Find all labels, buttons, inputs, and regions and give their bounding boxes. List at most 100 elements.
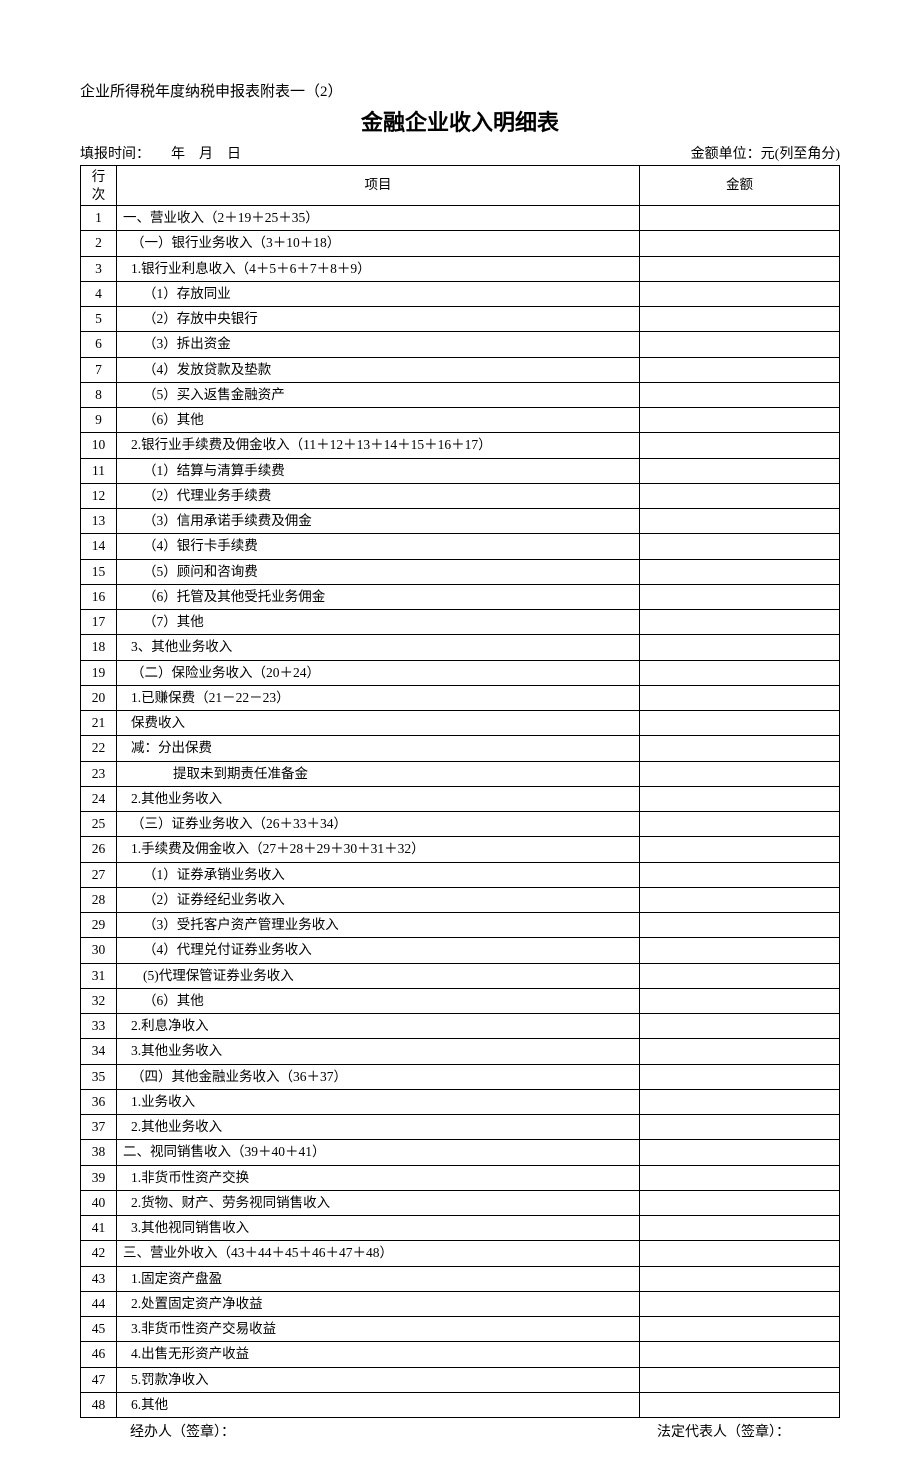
- unit-label: 金额单位：元(列至角分): [691, 143, 840, 163]
- row-amount[interactable]: [640, 307, 840, 332]
- table-row: 12（2）代理业务手续费: [81, 483, 840, 508]
- table-row: 2（一）银行业务收入（3＋10＋18）: [81, 231, 840, 256]
- row-amount[interactable]: [640, 1241, 840, 1266]
- row-amount[interactable]: [640, 711, 840, 736]
- row-amount[interactable]: [640, 1317, 840, 1342]
- row-item: 2.其他业务收入: [117, 786, 640, 811]
- row-amount[interactable]: [640, 1216, 840, 1241]
- row-item: 3.其他视同销售收入: [117, 1216, 640, 1241]
- row-amount[interactable]: [640, 1089, 840, 1114]
- row-item: （1）结算与清算手续费: [117, 458, 640, 483]
- row-amount[interactable]: [640, 1392, 840, 1417]
- row-amount[interactable]: [640, 584, 840, 609]
- row-item: 三、营业外收入（43＋44＋45＋46＋47＋48）: [117, 1241, 640, 1266]
- table-row: 28（2）证券经纪业务收入: [81, 887, 840, 912]
- row-number: 39: [81, 1165, 117, 1190]
- row-amount[interactable]: [640, 938, 840, 963]
- row-amount[interactable]: [640, 483, 840, 508]
- row-amount[interactable]: [640, 206, 840, 231]
- row-number: 43: [81, 1266, 117, 1291]
- row-amount[interactable]: [640, 1014, 840, 1039]
- row-number: 24: [81, 786, 117, 811]
- table-row: 453.非货币性资产交易收益: [81, 1317, 840, 1342]
- table-row: 13（3）信用承诺手续费及佣金: [81, 509, 840, 534]
- row-item: （二）保险业务收入（20＋24）: [117, 660, 640, 685]
- row-item: 3、其他业务收入: [117, 635, 640, 660]
- row-amount[interactable]: [640, 382, 840, 407]
- table-row: 201.已赚保费（21－22－23）: [81, 685, 840, 710]
- row-amount[interactable]: [640, 887, 840, 912]
- row-item: 2.利息净收入: [117, 1014, 640, 1039]
- row-number: 17: [81, 610, 117, 635]
- row-amount[interactable]: [640, 837, 840, 862]
- row-item: （7）其他: [117, 610, 640, 635]
- row-number: 38: [81, 1140, 117, 1165]
- table-row: 464.出售无形资产收益: [81, 1342, 840, 1367]
- row-amount[interactable]: [640, 1367, 840, 1392]
- row-amount[interactable]: [640, 231, 840, 256]
- table-row: 5（2）存放中央银行: [81, 307, 840, 332]
- row-item: 1.手续费及佣金收入（27＋28＋29＋30＋31＋32）: [117, 837, 640, 862]
- row-amount[interactable]: [640, 332, 840, 357]
- row-amount[interactable]: [640, 1064, 840, 1089]
- row-amount[interactable]: [640, 685, 840, 710]
- row-amount[interactable]: [640, 1291, 840, 1316]
- row-amount[interactable]: [640, 1140, 840, 1165]
- table-row: 32（6）其他: [81, 988, 840, 1013]
- row-amount[interactable]: [640, 1190, 840, 1215]
- row-number: 2: [81, 231, 117, 256]
- row-number: 3: [81, 256, 117, 281]
- row-number: 16: [81, 584, 117, 609]
- table-row: 21保费收入: [81, 711, 840, 736]
- row-amount[interactable]: [640, 281, 840, 306]
- row-amount[interactable]: [640, 1039, 840, 1064]
- table-row: 413.其他视同销售收入: [81, 1216, 840, 1241]
- table-row: 16（6）托管及其他受托业务佣金: [81, 584, 840, 609]
- row-item: （5）顾问和咨询费: [117, 559, 640, 584]
- row-amount[interactable]: [640, 408, 840, 433]
- table-row: 15（5）顾问和咨询费: [81, 559, 840, 584]
- operator-signature-label: 经办人（签章）：: [130, 1421, 235, 1441]
- row-amount[interactable]: [640, 1266, 840, 1291]
- row-item: 1.银行业利息收入（4＋5＋6＋7＋8＋9）: [117, 256, 640, 281]
- row-amount[interactable]: [640, 812, 840, 837]
- row-amount[interactable]: [640, 509, 840, 534]
- row-number: 32: [81, 988, 117, 1013]
- row-amount[interactable]: [640, 357, 840, 382]
- row-item: 1.已赚保费（21－22－23）: [117, 685, 640, 710]
- row-number: 35: [81, 1064, 117, 1089]
- row-item: （5）买入返售金融资产: [117, 382, 640, 407]
- row-amount[interactable]: [640, 988, 840, 1013]
- row-amount[interactable]: [640, 1342, 840, 1367]
- row-amount[interactable]: [640, 786, 840, 811]
- row-amount[interactable]: [640, 761, 840, 786]
- row-amount[interactable]: [640, 660, 840, 685]
- table-row: 22减：分出保费: [81, 736, 840, 761]
- row-amount[interactable]: [640, 862, 840, 887]
- row-number: 13: [81, 509, 117, 534]
- table-row: 31.银行业利息收入（4＋5＋6＋7＋8＋9）: [81, 256, 840, 281]
- row-amount[interactable]: [640, 610, 840, 635]
- row-number: 45: [81, 1317, 117, 1342]
- row-item: （6）其他: [117, 988, 640, 1013]
- row-amount[interactable]: [640, 534, 840, 559]
- form-header-row: 填报时间： 年 月 日 金额单位：元(列至角分): [80, 143, 840, 163]
- row-amount[interactable]: [640, 1165, 840, 1190]
- row-amount[interactable]: [640, 256, 840, 281]
- row-item: （2）存放中央银行: [117, 307, 640, 332]
- row-item: 减：分出保费: [117, 736, 640, 761]
- row-item: 3.非货币性资产交易收益: [117, 1317, 640, 1342]
- form-subtitle: 企业所得税年度纳税申报表附表一（2）: [80, 80, 840, 101]
- row-amount[interactable]: [640, 559, 840, 584]
- table-row: 35（四）其他金融业务收入（36＋37）: [81, 1064, 840, 1089]
- row-number: 33: [81, 1014, 117, 1039]
- row-amount[interactable]: [640, 963, 840, 988]
- row-item: （3）受托客户资产管理业务收入: [117, 913, 640, 938]
- row-item: 1.非货币性资产交换: [117, 1165, 640, 1190]
- row-amount[interactable]: [640, 736, 840, 761]
- row-amount[interactable]: [640, 433, 840, 458]
- row-amount[interactable]: [640, 913, 840, 938]
- row-amount[interactable]: [640, 635, 840, 660]
- row-amount[interactable]: [640, 1115, 840, 1140]
- row-amount[interactable]: [640, 458, 840, 483]
